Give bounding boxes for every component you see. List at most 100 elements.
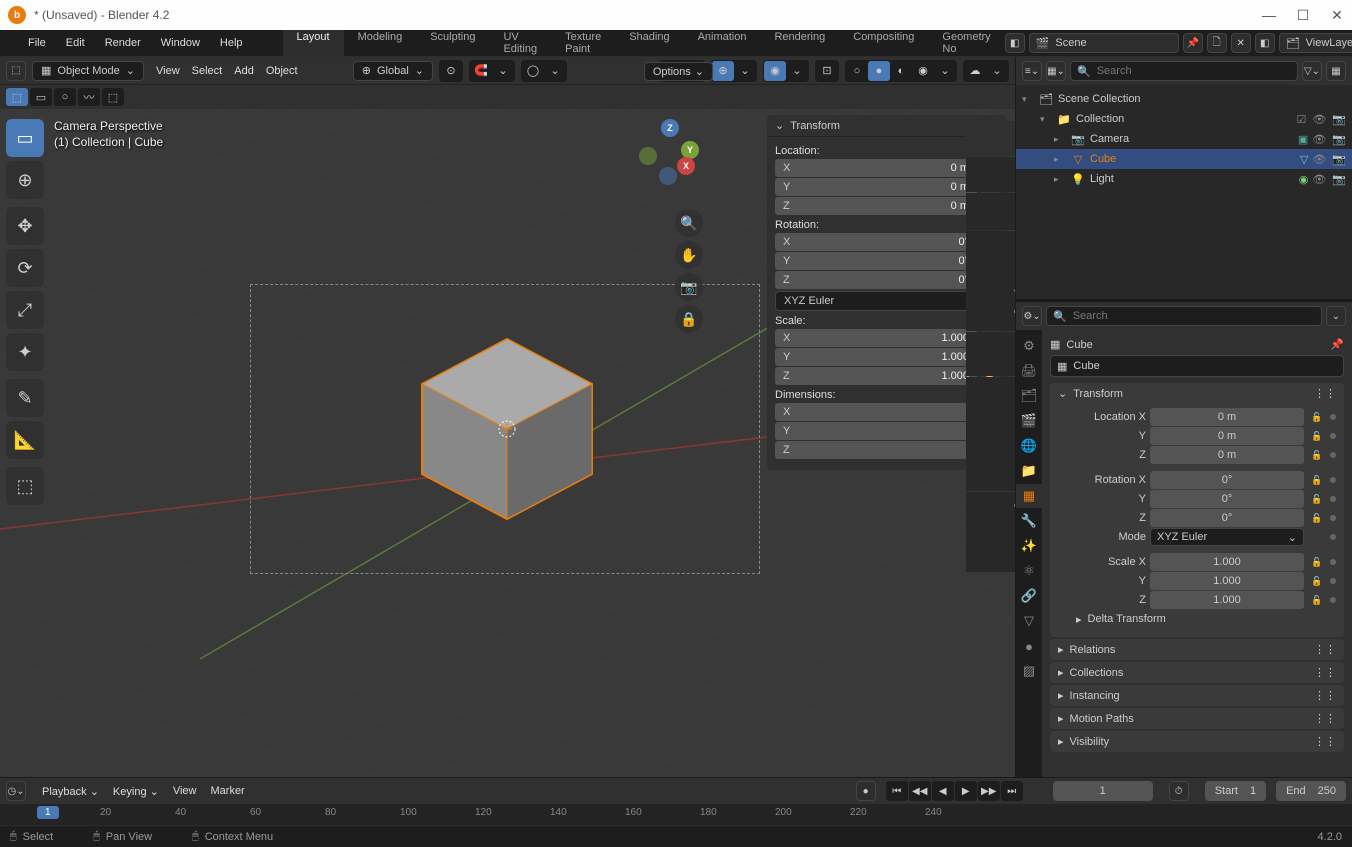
- workspace-tab-compositing[interactable]: Compositing: [839, 27, 928, 59]
- texture-tab-icon[interactable]: ▨: [1016, 659, 1042, 683]
- npanel-tab-item[interactable]: Item: [966, 121, 1015, 156]
- viewlayer-browse-icon[interactable]: ◧: [1255, 33, 1275, 53]
- camera-row[interactable]: ▸ 📷 Camera ▣ 👁📷: [1016, 129, 1352, 149]
- perspective-toggle-icon[interactable]: 🔒: [675, 305, 703, 333]
- workspace-tab-uv-editing[interactable]: UV Editing: [489, 27, 551, 59]
- cloud-options-icon[interactable]: ⌄: [986, 61, 1008, 81]
- delete-scene-icon[interactable]: ✕: [1231, 33, 1251, 53]
- xray-icon[interactable]: ⊡: [816, 61, 838, 81]
- render-icon[interactable]: 📷: [1332, 113, 1346, 126]
- rotation-x-field[interactable]: X0°: [775, 233, 977, 251]
- editor-type-icon[interactable]: ⬚: [6, 61, 26, 81]
- expand-icon[interactable]: ▾: [1022, 94, 1034, 105]
- x-axis-icon[interactable]: X: [677, 157, 695, 175]
- menu-help[interactable]: Help: [210, 33, 253, 53]
- keyframe-dot[interactable]: [1330, 452, 1336, 458]
- render-icon[interactable]: 📷: [1332, 133, 1346, 146]
- lock-icon[interactable]: 🔓: [1308, 408, 1326, 426]
- workspace-tab-shading[interactable]: Shading: [615, 27, 683, 59]
- auto-keying-icon[interactable]: ●: [856, 781, 876, 801]
- shading-material-icon[interactable]: ◐: [890, 61, 912, 81]
- select-mode-box-icon[interactable]: ▭: [30, 88, 52, 106]
- shading-solid-icon[interactable]: ●: [868, 61, 890, 81]
- pin-scene-icon[interactable]: 📌: [1183, 33, 1203, 53]
- timeline-editor-icon[interactable]: ◷⌄: [6, 781, 26, 801]
- cube-row[interactable]: ▸ ▽ Cube ▽ 👁📷: [1016, 149, 1352, 169]
- keyframe-dot[interactable]: [1330, 534, 1336, 540]
- panel-motion-paths[interactable]: ▸Motion Paths⋮⋮: [1050, 708, 1344, 729]
- viewport-menu-view[interactable]: View: [150, 63, 186, 79]
- add-cube-tool[interactable]: ⬚: [6, 467, 44, 505]
- eye-icon[interactable]: 👁: [1312, 153, 1326, 166]
- workspace-tab-animation[interactable]: Animation: [684, 27, 761, 59]
- lock-icon[interactable]: 🔓: [1308, 446, 1326, 464]
- props-display-icon[interactable]: ⚙⌄: [1022, 306, 1042, 326]
- expand-icon[interactable]: ▸: [1054, 154, 1066, 165]
- prop-scale-z[interactable]: 1.000: [1150, 591, 1304, 609]
- eye-icon[interactable]: 👁: [1312, 113, 1326, 126]
- npanel-tab-alt-tab-easy-fog-2[interactable]: Alt Tab Easy Fog 2: [966, 231, 1015, 331]
- 3d-viewport[interactable]: ▭ ⊕ ✥ ⟳ ⤢ ✦ ✎ 📐 ⬚ Camera Perspective (1)…: [0, 109, 1015, 777]
- eye-icon[interactable]: 👁: [1312, 133, 1326, 146]
- npanel-tab-blosm[interactable]: Blosm: [966, 332, 1015, 376]
- new-scene-icon[interactable]: 🗋: [1207, 33, 1227, 53]
- world-tab-icon[interactable]: 🌐: [1016, 434, 1042, 458]
- timeline-ruler[interactable]: 1 20406080100120140160180200220240: [0, 804, 1352, 825]
- object-tab-icon[interactable]: ▦: [1016, 484, 1042, 508]
- viewlayer-tab-icon[interactable]: 🗂: [1016, 384, 1042, 408]
- cursor-tool[interactable]: ⊕: [6, 161, 44, 199]
- keyframe-dot[interactable]: [1330, 477, 1336, 483]
- keyframe-dot[interactable]: [1330, 559, 1336, 565]
- menu-edit[interactable]: Edit: [56, 33, 95, 53]
- material-tab-icon[interactable]: ●: [1016, 634, 1042, 658]
- location-y-field[interactable]: Y0 m: [775, 178, 977, 196]
- lock-icon[interactable]: 🔓: [1308, 572, 1326, 590]
- select-mode-tweak-icon[interactable]: ⬚: [6, 88, 28, 106]
- expand-icon[interactable]: ▸: [1054, 174, 1066, 185]
- eye-icon[interactable]: 👁: [1312, 173, 1326, 186]
- menu-file[interactable]: File: [18, 33, 56, 53]
- scale-z-field[interactable]: Z1.000: [775, 367, 977, 385]
- new-collection-icon[interactable]: ▦: [1326, 61, 1346, 81]
- delta-transform-header[interactable]: ▸Delta Transform: [1070, 610, 1336, 629]
- proportional-options-icon[interactable]: ⌄: [544, 61, 566, 81]
- jump-start-icon[interactable]: ⏮: [886, 781, 908, 801]
- select-mode-lasso-icon[interactable]: 〰: [78, 88, 100, 106]
- overlays-options-icon[interactable]: ⌄: [786, 61, 808, 81]
- select-mode-icon[interactable]: ⬚: [102, 88, 124, 106]
- overlays-icon[interactable]: ◉: [764, 61, 786, 81]
- lock-icon[interactable]: 🔓: [1308, 553, 1326, 571]
- current-frame-field[interactable]: 1: [1053, 781, 1153, 801]
- output-tab-icon[interactable]: 🖨: [1016, 359, 1042, 383]
- zoom-icon[interactable]: 🔍: [675, 209, 703, 237]
- outliner-display-icon[interactable]: ≡⌄: [1022, 61, 1042, 81]
- play-reverse-icon[interactable]: ◀: [932, 781, 954, 801]
- filter-icon[interactable]: ▽⌄: [1302, 61, 1322, 81]
- keyframe-dot[interactable]: [1330, 578, 1336, 584]
- panel-visibility[interactable]: ▸Visibility⋮⋮: [1050, 731, 1344, 752]
- render-icon[interactable]: 📷: [1332, 153, 1346, 166]
- npanel-tab-point-cloud-visualizer[interactable]: Point Cloud Visualizer: [966, 377, 1015, 491]
- rotate-tool[interactable]: ⟳: [6, 249, 44, 287]
- prop-rot-y[interactable]: 0°: [1150, 490, 1304, 508]
- prop-scale-y[interactable]: 1.000: [1150, 572, 1304, 590]
- proportional-edit-icon[interactable]: ◯: [522, 61, 544, 81]
- workspace-tab-texture-paint[interactable]: Texture Paint: [551, 27, 615, 59]
- render-tab-icon[interactable]: ⚙: [1016, 334, 1042, 358]
- object-name-field[interactable]: ▦ Cube: [1050, 355, 1344, 377]
- npanel-tab-tool[interactable]: Tool: [966, 157, 1015, 191]
- location-x-field[interactable]: X0 m: [775, 159, 977, 177]
- properties-search[interactable]: 🔍 Search: [1046, 306, 1322, 326]
- physics-tab-icon[interactable]: ⚛: [1016, 559, 1042, 583]
- play-icon[interactable]: ▶: [955, 781, 977, 801]
- outliner-view-icon[interactable]: ▦⌄: [1046, 61, 1066, 81]
- keyframe-dot[interactable]: [1330, 496, 1336, 502]
- shading-rendered-icon[interactable]: ◉: [912, 61, 934, 81]
- snap-options-icon[interactable]: ⌄: [492, 61, 514, 81]
- prop-rot-z[interactable]: 0°: [1150, 509, 1304, 527]
- gizmo-icon[interactable]: ⊕: [712, 61, 734, 81]
- location-z-field[interactable]: Z0 m: [775, 197, 977, 215]
- scene-selector[interactable]: 🎬 Scene: [1029, 33, 1179, 53]
- viewport-menu-select[interactable]: Select: [186, 63, 229, 79]
- timeline-menu-playback[interactable]: Playback ⌄: [36, 783, 105, 800]
